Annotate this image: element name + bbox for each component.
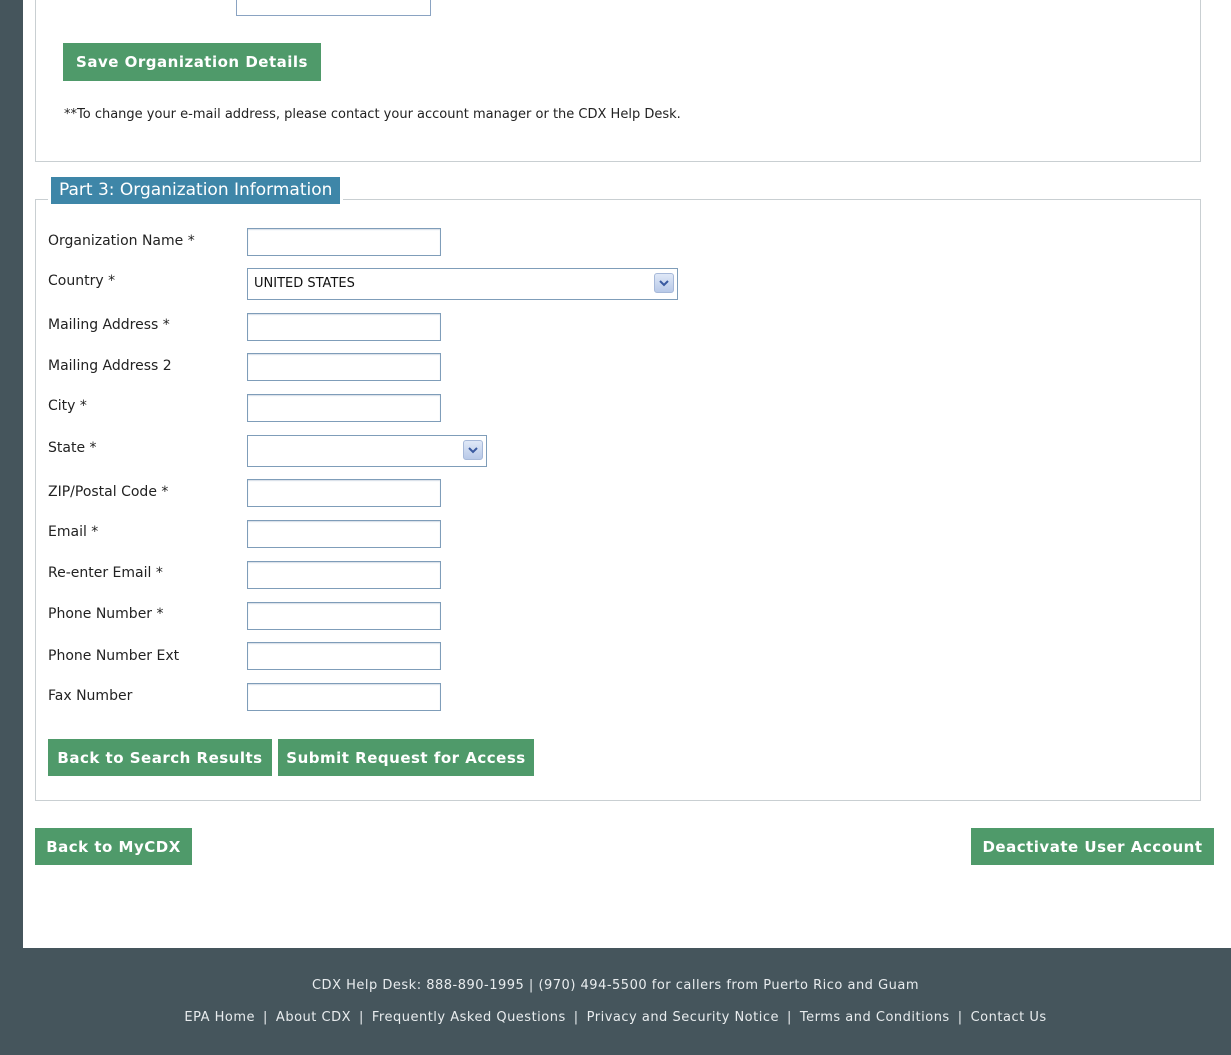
left-frame-bar bbox=[0, 0, 8, 948]
fax-number-input[interactable] bbox=[247, 683, 441, 711]
label-mailing-address: Mailing Address * bbox=[48, 317, 170, 333]
save-organization-details-button[interactable]: Save Organization Details bbox=[63, 43, 321, 81]
state-select[interactable] bbox=[247, 435, 487, 467]
country-select[interactable]: UNITED STATES bbox=[247, 268, 678, 300]
mailing-address-2-input[interactable] bbox=[247, 353, 441, 381]
chevron-down-icon[interactable] bbox=[463, 440, 483, 460]
footer-separator: | bbox=[358, 1010, 364, 1025]
footer-link-terms[interactable]: Terms and Conditions bbox=[800, 1010, 950, 1025]
footer-separator: | bbox=[573, 1010, 579, 1025]
footer-link-faq[interactable]: Frequently Asked Questions bbox=[372, 1010, 566, 1025]
label-country: Country * bbox=[48, 273, 116, 289]
submit-request-button[interactable]: Submit Request for Access bbox=[278, 739, 534, 776]
label-city: City * bbox=[48, 398, 87, 414]
main-content: Save Organization Details **To change yo… bbox=[23, 0, 1231, 948]
reenter-email-input[interactable] bbox=[247, 561, 441, 589]
label-state: State * bbox=[48, 440, 97, 456]
footer-link-contact-us[interactable]: Contact Us bbox=[971, 1010, 1047, 1025]
label-mailing-address-2: Mailing Address 2 bbox=[48, 358, 172, 374]
zip-input[interactable] bbox=[247, 479, 441, 507]
part3-legend: Part 3: Organization Information bbox=[48, 177, 344, 204]
country-select-value: UNITED STATES bbox=[254, 276, 355, 291]
label-fax-number: Fax Number bbox=[48, 688, 133, 704]
deactivate-user-account-button[interactable]: Deactivate User Account bbox=[971, 828, 1214, 865]
footer-separator: | bbox=[787, 1010, 792, 1025]
email-input[interactable] bbox=[247, 520, 441, 548]
label-phone-ext: Phone Number Ext bbox=[48, 648, 180, 664]
back-to-mycdx-button[interactable]: Back to MyCDX bbox=[35, 828, 192, 865]
label-reenter-email: Re-enter Email * bbox=[48, 565, 163, 581]
part2-panel bbox=[35, 0, 1201, 162]
organization-name-input[interactable] bbox=[247, 228, 441, 256]
footer-link-privacy[interactable]: Privacy and Security Notice bbox=[587, 1010, 779, 1025]
footer-links: EPA Home | About CDX | Frequently Asked Ques… bbox=[0, 1010, 1231, 1025]
back-to-search-results-button[interactable]: Back to Search Results bbox=[48, 739, 272, 776]
footer-link-epa-home[interactable]: EPA Home bbox=[184, 1010, 255, 1025]
chevron-down-icon[interactable] bbox=[654, 273, 674, 293]
label-phone-number: Phone Number * bbox=[48, 606, 164, 622]
label-email: Email * bbox=[48, 524, 99, 540]
phone-ext-input[interactable] bbox=[247, 642, 441, 670]
footer-link-about-cdx[interactable]: About CDX bbox=[276, 1010, 351, 1025]
footer-separator: | bbox=[957, 1010, 963, 1025]
label-organization-name: Organization Name * bbox=[48, 233, 195, 249]
phone-number-input[interactable] bbox=[247, 602, 441, 630]
partial-input-field[interactable] bbox=[236, 0, 431, 16]
city-input[interactable] bbox=[247, 394, 441, 422]
email-change-note: **To change your e-mail address, please … bbox=[64, 107, 681, 122]
mailing-address-input[interactable] bbox=[247, 313, 441, 341]
label-zip: ZIP/Postal Code * bbox=[48, 484, 169, 500]
footer-helpdesk: CDX Help Desk: 888-890-1995 | (970) 494-… bbox=[311, 978, 920, 993]
footer-separator: | bbox=[263, 1010, 268, 1025]
